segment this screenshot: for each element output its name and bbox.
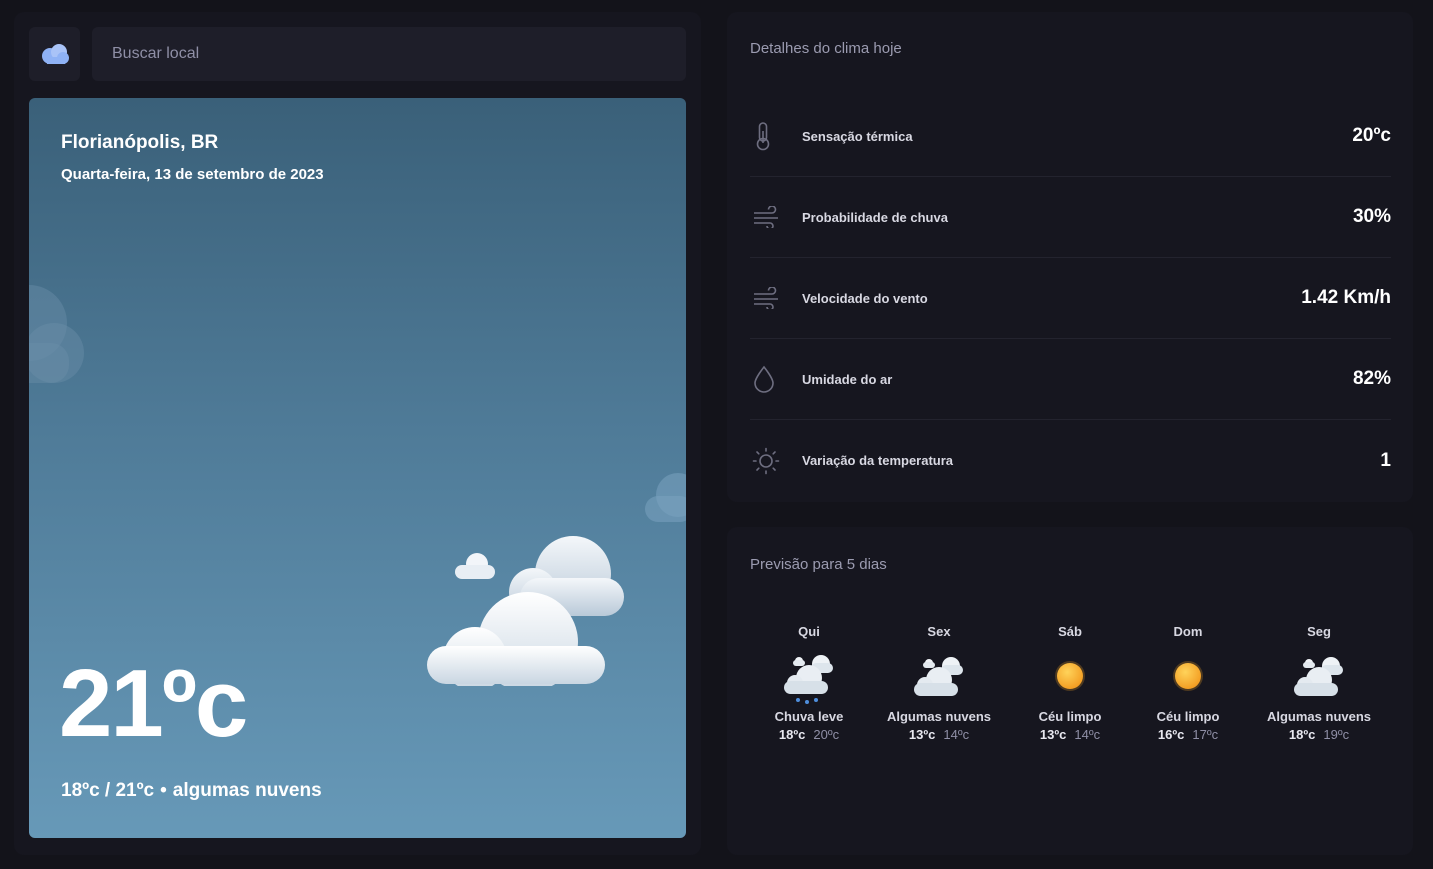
- detail-value: 30%: [1352, 206, 1391, 227]
- forecast-condition: Chuva leve: [774, 709, 844, 724]
- forecast-min: 16ºc: [1157, 727, 1185, 742]
- detail-row-temperature-variation: Variação da temperatura 1: [750, 420, 1391, 501]
- forecast-day-name: Qui: [798, 624, 820, 639]
- forecast-condition: Algumas nuvens: [1266, 709, 1372, 724]
- background-cloud-right: [645, 473, 686, 522]
- forecast-range: 18ºc 20ºc: [779, 727, 839, 742]
- detail-value: 1.42 Km/h: [1301, 287, 1391, 308]
- forecast-max: 17ºc: [1192, 727, 1219, 742]
- forecast-min: 18ºc: [1288, 727, 1316, 742]
- search-input[interactable]: [92, 27, 686, 81]
- detail-label: Probabilidade de chuva: [802, 209, 948, 225]
- rain-cloud-icon: [781, 643, 837, 709]
- forecast-max: 14ºc: [943, 727, 970, 742]
- detail-value: 20ºc: [1352, 125, 1391, 146]
- detail-row-thermal-sensation: Sensação térmica 20ºc: [750, 96, 1391, 177]
- current-weather-card: Florianópolis, BR Quarta-feira, 13 de se…: [29, 98, 686, 838]
- forecast-panel: Previsão para 5 dias Qui Chuva leve 18ºc…: [727, 527, 1413, 855]
- detail-value: 1: [1380, 449, 1391, 471]
- cloud-icon: [1291, 643, 1347, 709]
- forecast-min: 13ºc: [1039, 727, 1067, 742]
- cloud-icon: [427, 536, 624, 686]
- sun-icon: [1053, 643, 1087, 709]
- thermometer-icon: [750, 121, 802, 151]
- forecast-day: Sex Algumas nuvens 13ºc 14ºc: [869, 624, 1009, 742]
- forecast-min: 13ºc: [908, 727, 936, 742]
- forecast-day: Qui Chuva leve 18ºc 20ºc: [739, 624, 879, 742]
- detail-label: Sensação térmica: [802, 128, 913, 144]
- detail-row-humidity: Umidade do ar 82%: [750, 339, 1391, 420]
- sun-icon: [1171, 643, 1205, 709]
- current-date: Quarta-feira, 13 de setembro de 2023: [61, 166, 324, 183]
- forecast-max: 19ºc: [1323, 727, 1350, 742]
- background-cloud-left: [29, 285, 84, 383]
- summary-separator: •: [160, 780, 167, 801]
- forecast-day: Seg Algumas nuvens 18ºc 19ºc: [1249, 624, 1389, 742]
- forecast-range: 13ºc 14ºc: [909, 727, 969, 742]
- detail-label: Umidade do ar: [802, 371, 893, 387]
- forecast-max: 20ºc: [813, 727, 840, 742]
- forecast-condition: Céu limpo: [1156, 709, 1220, 724]
- weather-description: algumas nuvens: [172, 780, 322, 801]
- forecast-day: Dom Céu limpo 16ºc 17ºc: [1118, 624, 1258, 742]
- app-logo-icon[interactable]: [29, 27, 80, 81]
- temperature-range: 18ºc / 21ºc: [61, 780, 155, 801]
- forecast-day-name: Sex: [927, 624, 951, 639]
- cloud-icon: [911, 643, 967, 709]
- forecast-title: Previsão para 5 dias: [750, 556, 887, 573]
- forecast-range: 16ºc 17ºc: [1158, 727, 1218, 742]
- current-temperature: 21ºc: [59, 650, 248, 757]
- detail-row-wind-speed: Velocidade do vento 1.42 Km/h: [750, 258, 1391, 339]
- wind-icon: [750, 206, 802, 228]
- details-panel: Detalhes do clima hoje Sensação térmica …: [727, 12, 1413, 502]
- detail-label: Velocidade do vento: [802, 290, 928, 306]
- details-title: Detalhes do clima hoje: [750, 40, 902, 57]
- city-name: Florianópolis, BR: [61, 132, 219, 153]
- forecast-condition: Céu limpo: [1038, 709, 1102, 724]
- forecast-day-name: Seg: [1307, 624, 1331, 639]
- detail-label: Variação da temperatura: [802, 453, 954, 468]
- forecast-range: 13ºc 14ºc: [1040, 727, 1100, 742]
- forecast-min: 18ºc: [778, 727, 806, 742]
- forecast-condition: Algumas nuvens: [886, 709, 992, 724]
- forecast-range: 18ºc 19ºc: [1289, 727, 1349, 742]
- forecast-day-name: Sáb: [1058, 624, 1082, 639]
- sun-icon: [750, 447, 802, 475]
- detail-row-rain-probability: Probabilidade de chuva 30%: [750, 177, 1391, 258]
- weather-summary: 18ºc / 21ºc • algumas nuvens: [61, 780, 322, 802]
- drop-icon: [750, 364, 802, 394]
- wind-icon: [750, 287, 802, 309]
- forecast-max: 14ºc: [1074, 727, 1101, 742]
- detail-value: 82%: [1352, 368, 1391, 389]
- forecast-day-name: Dom: [1173, 624, 1203, 639]
